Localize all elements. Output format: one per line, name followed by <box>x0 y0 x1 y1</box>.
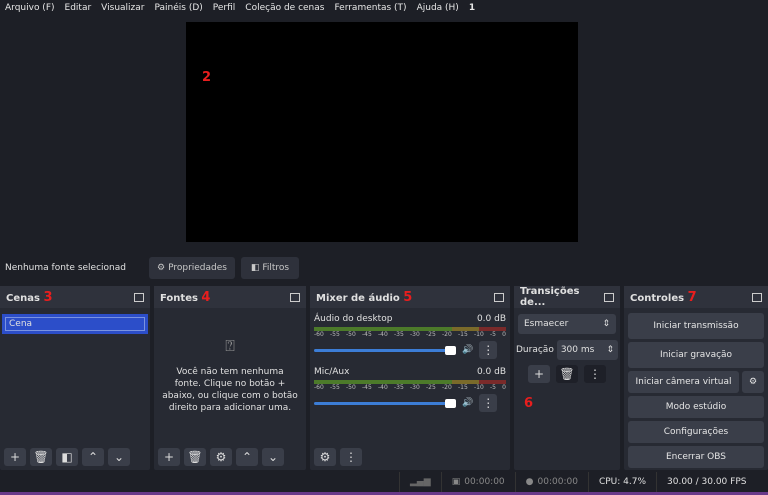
start-recording-button[interactable]: Iniciar gravação <box>628 342 764 368</box>
scenes-title: Cenas <box>6 292 40 304</box>
start-virtual-camera-button[interactable]: Iniciar câmera virtual <box>628 371 739 393</box>
question-icon: ⍰ <box>225 336 235 355</box>
advanced-audio-icon[interactable]: ⚙ <box>314 448 336 466</box>
volume-slider[interactable] <box>314 345 456 355</box>
chevron-updown-icon: ⇕ <box>602 319 610 329</box>
more-options-icon[interactable]: ⋮ <box>479 341 498 359</box>
undock-icon[interactable] <box>604 292 614 302</box>
add-source-button[interactable]: + <box>158 448 180 466</box>
chevron-down-icon[interactable]: ⌄ <box>262 448 284 466</box>
channel-desktop: Áudio do desktop 0.0 dB -60 -55 -50 -45 -40 -3… <box>310 308 510 359</box>
speaker-icon[interactable]: 🔊 <box>462 398 473 408</box>
properties-button[interactable]: ⚙ Propriedades <box>149 257 235 279</box>
chevron-up-icon[interactable]: ⌃ <box>82 448 104 466</box>
more-options-icon[interactable]: ⋮ <box>340 448 362 466</box>
stream-time: ▣ 00:00:00 <box>440 472 515 492</box>
menu-bar: Arquivo (F) Editar Visualizar Painéis (D… <box>0 0 768 16</box>
undock-icon[interactable] <box>290 292 300 302</box>
start-streaming-button[interactable]: Iniciar transmissão <box>628 313 764 339</box>
annotation-1: 1 <box>468 3 476 13</box>
trash-icon[interactable]: 🗑 <box>184 448 206 466</box>
mixer-title: Mixer de áudio <box>316 292 400 304</box>
menu-file[interactable]: Arquivo (F) <box>0 3 60 13</box>
cpu-usage: CPU: 4.7% <box>587 472 656 492</box>
chevron-up-icon[interactable]: ⌃ <box>236 448 258 466</box>
empty-sources-message: Você não tem nenhuma fonte. Clique no bo… <box>162 367 298 413</box>
transition-select[interactable]: Esmaecer ⇕ <box>518 314 616 334</box>
trash-icon[interactable]: 🗑 <box>556 365 578 383</box>
duration-label: Duração <box>516 345 554 355</box>
settings-button[interactable]: Configurações <box>628 421 764 443</box>
sources-dock: Fontes 4 ⍰ Você não tem nenhuma fonte. C… <box>154 286 306 470</box>
status-bar: ▂▄▆ ▣ 00:00:00 ● 00:00:00 CPU: 4.7% 30.00 … <box>0 472 768 492</box>
filter-icon[interactable]: ◧ <box>56 448 78 466</box>
channel-mic: Mic/Aux 0.0 dB -60 -55 -50 -45 -40 -35 -30 -25 -2… <box>310 359 510 412</box>
no-source-label: Nenhuma fonte selecionad <box>5 263 126 273</box>
menu-docks[interactable]: Painéis (D) <box>149 3 207 13</box>
transitions-title: Transições de... <box>520 286 580 308</box>
menu-edit[interactable]: Editar <box>60 3 97 13</box>
channel-db: 0.0 dB <box>476 314 506 324</box>
gear-icon: ⚙ <box>157 263 166 273</box>
more-options-icon[interactable]: ⋮ <box>479 394 498 412</box>
controls-title: Controles <box>630 292 685 304</box>
undock-icon[interactable] <box>494 292 504 302</box>
duration-spinbox[interactable]: 300 ms ⇕ <box>556 340 618 360</box>
gear-icon[interactable]: ⚙ <box>742 371 764 393</box>
annotation-7: 7 <box>687 289 697 305</box>
signal-icon: ▂▄▆ <box>398 472 441 492</box>
filter-icon: ◧ <box>250 263 260 273</box>
volume-slider[interactable] <box>314 398 456 408</box>
undock-icon[interactable] <box>752 292 762 302</box>
menu-profile[interactable]: Perfil <box>208 3 241 13</box>
gear-icon[interactable]: ⚙ <box>210 448 232 466</box>
meter-scale: -60 -55 -50 -45 -40 -35 -30 -25 -20 -15 -10 -5 0 <box>314 331 506 338</box>
undock-icon[interactable] <box>134 292 144 302</box>
menu-view[interactable]: Visualizar <box>96 3 149 13</box>
add-scene-button[interactable]: + <box>4 448 26 466</box>
channel-name: Mic/Aux <box>314 367 350 377</box>
filters-button[interactable]: ◧ Filtros <box>241 257 299 279</box>
menu-scene-collection[interactable]: Coleção de cenas <box>240 3 329 13</box>
studio-mode-button[interactable]: Modo estúdio <box>628 396 764 418</box>
annotation-5: 5 <box>403 289 413 305</box>
channel-name: Áudio do desktop <box>314 314 393 324</box>
annotation-3: 3 <box>43 289 53 305</box>
fps-readout: 30.00 / 30.00 FPS <box>656 472 768 492</box>
audio-mixer-dock: Mixer de áudio 5 Áudio do desktop 0.0 dB … <box>310 286 510 470</box>
controls-dock: Controles 7 Iniciar transmissão Iniciar … <box>624 286 768 470</box>
preview-canvas[interactable]: 2 <box>186 22 578 242</box>
scenes-dock: Cenas 3 Cena + 🗑 ◧ ⌃ ⌄ <box>0 286 150 470</box>
add-transition-button[interactable]: + <box>528 365 550 383</box>
annotation-6: 6 <box>524 396 534 411</box>
more-options-icon[interactable]: ⋮ <box>584 365 606 383</box>
trash-icon[interactable]: 🗑 <box>30 448 52 466</box>
exit-button[interactable]: Encerrar OBS <box>628 446 764 468</box>
scene-item[interactable]: Cena <box>5 317 145 331</box>
chevron-down-icon[interactable]: ⌄ <box>108 448 130 466</box>
source-toolbar: Nenhuma fonte selecionad ⚙ Propriedades ◧… <box>0 252 768 284</box>
stream-icon: ▣ <box>451 477 461 487</box>
record-icon: ● <box>525 477 534 487</box>
menu-help[interactable]: Ajuda (H) <box>412 3 464 13</box>
annotation-4: 4 <box>201 289 211 305</box>
transitions-dock: Transições de... Esmaecer ⇕ Duração 300 ms… <box>514 286 620 470</box>
channel-db: 0.0 dB <box>476 367 506 377</box>
sources-title: Fontes <box>160 292 198 304</box>
meter-scale: -60 -55 -50 -45 -40 -35 -30 -25 -20 -15 -10 -5 0 <box>314 384 506 391</box>
menu-tools[interactable]: Ferramentas (T) <box>329 3 411 13</box>
speaker-icon[interactable]: 🔊 <box>462 345 473 355</box>
record-time: ● 00:00:00 <box>514 472 588 492</box>
annotation-2: 2 <box>202 70 212 85</box>
